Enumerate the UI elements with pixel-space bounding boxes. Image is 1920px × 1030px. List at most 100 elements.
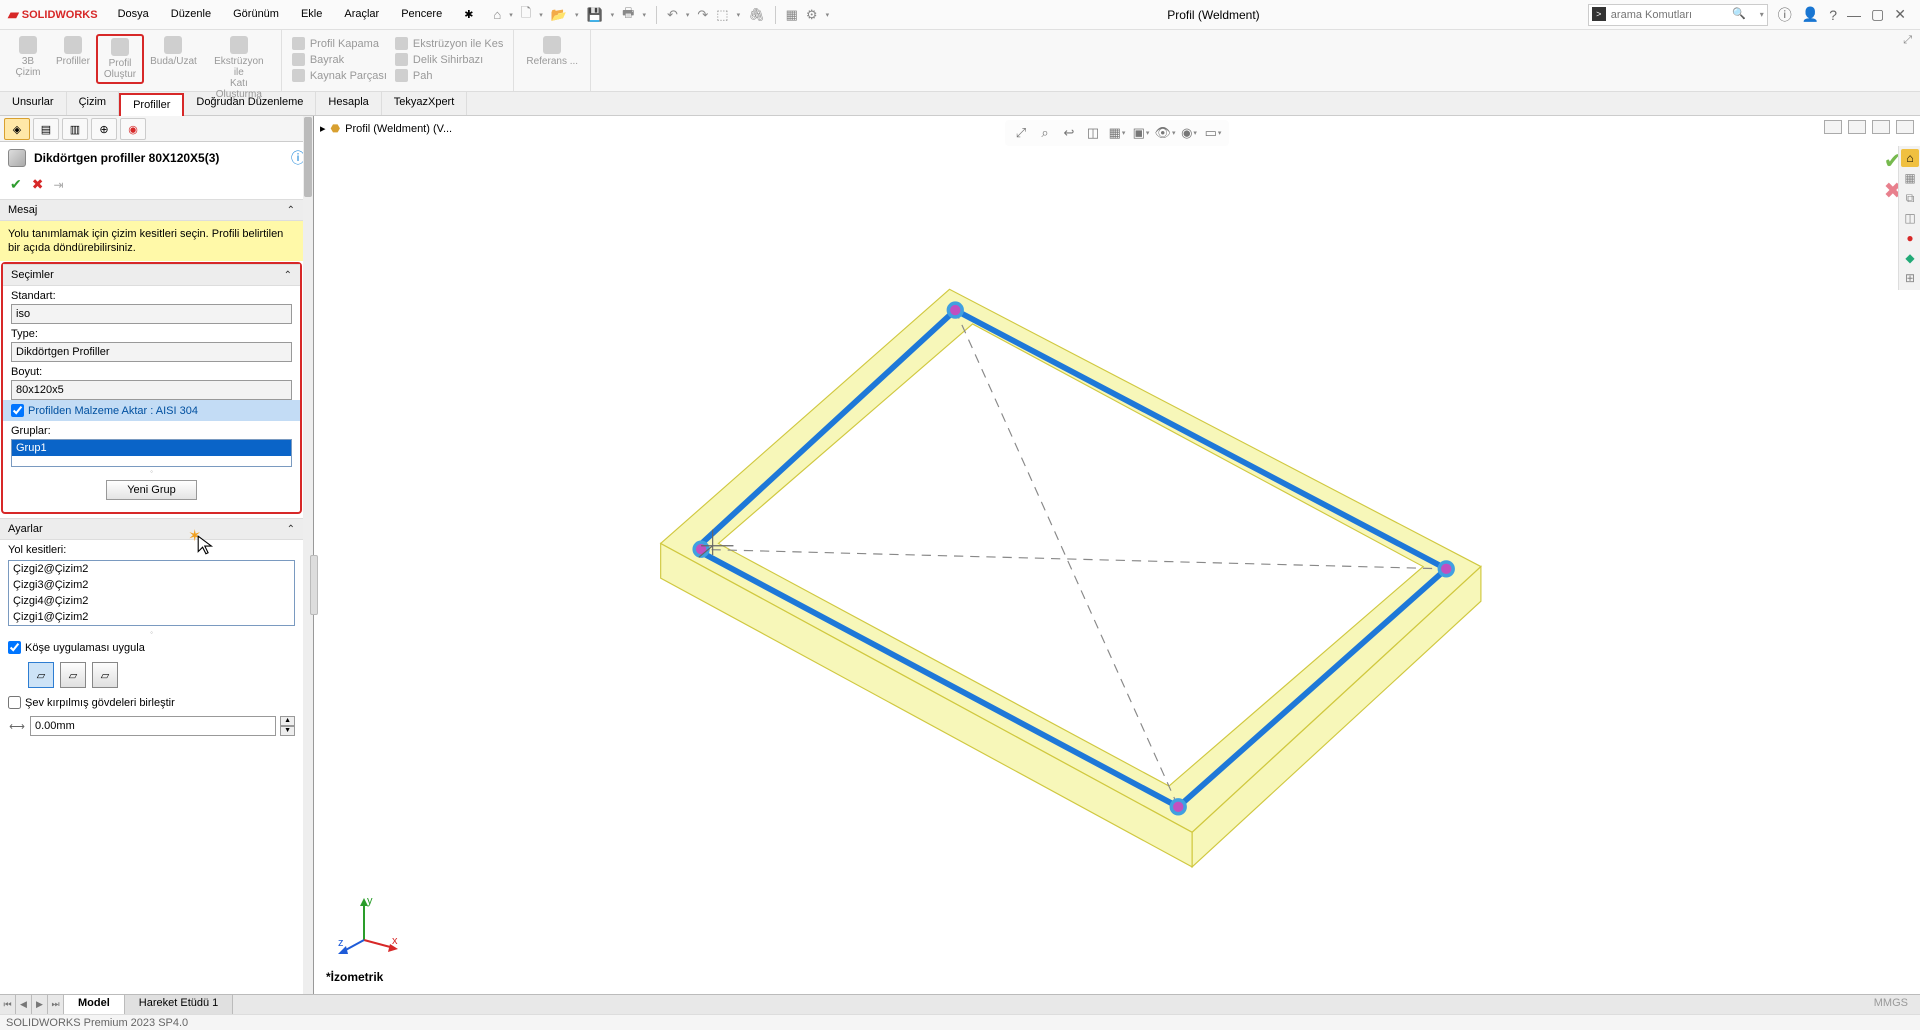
- section-secimler[interactable]: Seçimler⌃: [3, 264, 300, 286]
- list-item[interactable]: Grup1: [12, 440, 291, 456]
- ribbon-3b-cizim[interactable]: 3B Çizim: [6, 34, 50, 80]
- orientation-triad[interactable]: y x z: [336, 894, 400, 958]
- hole-wizard-icon: [395, 53, 408, 66]
- ribbon-reference[interactable]: Referans ...: [520, 34, 584, 69]
- user-icon[interactable]: 👤: [1802, 6, 1819, 23]
- tab-last-icon[interactable]: ⏭: [48, 995, 64, 1014]
- close-icon[interactable]: ✕: [1894, 6, 1906, 23]
- panel-scroll[interactable]: Mesaj⌃ Yolu tanımlamak için çizim kesitl…: [0, 199, 313, 994]
- list-item[interactable]: Çizgi1@Çizim2: [9, 609, 294, 625]
- ribbon-profil-olustur[interactable]: Profil Oluştur: [96, 34, 144, 84]
- ribbon-buda-uzat[interactable]: Buda/Uzat: [144, 34, 203, 69]
- corner-end-butt1-button[interactable]: ▱: [60, 662, 86, 688]
- tab-tekyazxpert[interactable]: TekyazXpert: [382, 92, 468, 115]
- bottom-tab-motion[interactable]: Hareket Etüdü 1: [125, 995, 234, 1014]
- minimize-icon[interactable]: —: [1847, 7, 1861, 23]
- list-item[interactable]: Çizgi3@Çizim2: [9, 577, 294, 593]
- tab-next-icon[interactable]: ▶: [32, 995, 48, 1014]
- menu-ekle[interactable]: Ekle: [291, 4, 332, 25]
- maximize-icon[interactable]: ▢: [1871, 6, 1884, 23]
- scrollbar-thumb[interactable]: [304, 117, 312, 197]
- standart-select[interactable]: iso: [11, 304, 292, 324]
- spin-down-icon[interactable]: ▼: [280, 726, 295, 736]
- section-mesaj[interactable]: Mesaj⌃: [0, 199, 303, 221]
- corner-end-miter-button[interactable]: ▱: [28, 662, 54, 688]
- chamfer-icon: [395, 69, 408, 82]
- settings-icon[interactable]: ⚙: [804, 5, 820, 25]
- panel-tab-config[interactable]: ▤: [33, 118, 59, 140]
- ribbon-profiller[interactable]: Profiller: [50, 34, 96, 69]
- panel-tab-feature[interactable]: ◈: [4, 118, 30, 140]
- new-icon[interactable]: 🗋: [519, 2, 533, 28]
- pin-button[interactable]: ⇥: [53, 178, 63, 192]
- type-select[interactable]: Dikdörtgen Profiller: [11, 342, 292, 362]
- boyut-select[interactable]: 80x120x5: [11, 380, 292, 400]
- link-icon[interactable]: 🖇: [746, 5, 767, 25]
- tab-profiller[interactable]: Profiller: [119, 93, 184, 116]
- weldbead-icon: [292, 69, 305, 82]
- ribbon-bayrak[interactable]: Bayrak: [292, 52, 387, 67]
- section-ayarlar[interactable]: Ayarlar⌃: [0, 518, 303, 540]
- menu-araclar[interactable]: Araçlar: [334, 4, 389, 25]
- tab-cizim[interactable]: Çizim: [67, 92, 120, 115]
- tab-dogrudan-duzenleme[interactable]: Doğrudan Düzenleme: [184, 92, 316, 115]
- ribbon-collapse-icon[interactable]: ⤢: [1895, 30, 1920, 91]
- print-icon[interactable]: 🖶: [620, 2, 636, 28]
- material-transfer-checkbox[interactable]: [11, 404, 24, 417]
- home-icon[interactable]: ⌂: [491, 5, 503, 24]
- ribbon-hole-wizard[interactable]: Delik Sihirbazı: [395, 52, 503, 67]
- ribbon-group-mini1: Profil Kapama Bayrak Kaynak Parçası Ekst…: [282, 30, 515, 91]
- command-search[interactable]: > 🔍 ▾: [1588, 4, 1768, 26]
- model-preview: [314, 116, 1920, 994]
- chevron-up-icon: ⌃: [287, 205, 295, 216]
- menu-pencere[interactable]: Pencere: [391, 4, 452, 25]
- corner-end-butt2-button[interactable]: ▱: [92, 662, 118, 688]
- graphics-canvas[interactable]: ▸ ⬣ Profil (Weldment) (V... ⤢ ⌕ ↩ ◫ ▦ ▣ …: [314, 116, 1920, 994]
- panel-tab-dim[interactable]: ⊕: [91, 118, 117, 140]
- open-icon[interactable]: 📂: [549, 5, 569, 25]
- ribbon-profil-kapama[interactable]: Profil Kapama: [292, 36, 387, 51]
- grid-icon[interactable]: ▦: [784, 5, 800, 25]
- units-label[interactable]: MMGS: [1862, 995, 1920, 1014]
- ribbon-extrude-cut[interactable]: Ekstrüzyon ile Kes: [395, 36, 503, 51]
- search-dropdown-icon[interactable]: ▾: [1760, 10, 1764, 19]
- list-item[interactable]: Çizgi2@Çizim2: [9, 561, 294, 577]
- tab-first-icon[interactable]: ⏮: [0, 995, 16, 1014]
- kose-check-row[interactable]: Köşe uygulaması uygula: [0, 637, 303, 658]
- material-transfer-check[interactable]: Profilden Malzeme Aktar : AISI 304: [3, 400, 300, 421]
- bottom-tab-model[interactable]: Model: [64, 995, 125, 1014]
- kose-checkbox[interactable]: [8, 641, 21, 654]
- cancel-button[interactable]: ✖: [32, 176, 44, 193]
- panel-tab-appearance[interactable]: ◉: [120, 118, 146, 140]
- tab-unsurlar[interactable]: Unsurlar: [0, 92, 67, 115]
- svg-text:x: x: [392, 935, 398, 947]
- sev-check-row[interactable]: Şev kırpılmış gövdeleri birleştir: [0, 692, 303, 713]
- undo-icon[interactable]: ↶: [665, 5, 680, 25]
- menu-help-icon[interactable]: ✱: [454, 4, 483, 25]
- menu-gorunum[interactable]: Görünüm: [223, 4, 289, 25]
- ok-button[interactable]: ✔: [10, 176, 22, 193]
- spin-up-icon[interactable]: ▲: [280, 716, 295, 726]
- feature-actions: ✔ ✖ ⇥: [0, 174, 313, 199]
- redo-icon[interactable]: ↷: [695, 5, 710, 25]
- notification-icon[interactable]: ⓘ: [1778, 5, 1792, 25]
- menu-dosya[interactable]: Dosya: [108, 4, 159, 25]
- gruplar-listbox[interactable]: Grup1: [11, 439, 292, 467]
- gap-input[interactable]: [30, 716, 276, 736]
- panel-tab-display[interactable]: ▥: [62, 118, 88, 140]
- yeni-grup-button[interactable]: Yeni Grup: [106, 480, 197, 500]
- select-icon[interactable]: ⬚: [714, 5, 730, 25]
- list-item[interactable]: Çizgi4@Çizim2: [9, 593, 294, 609]
- sev-checkbox[interactable]: [8, 696, 21, 709]
- menu-duzenle[interactable]: Düzenle: [161, 4, 221, 25]
- ribbon-kaynak-parcasi[interactable]: Kaynak Parçası: [292, 68, 387, 83]
- save-icon[interactable]: 💾: [584, 5, 604, 25]
- tab-prev-icon[interactable]: ◀: [16, 995, 32, 1014]
- yol-kesitleri-listbox[interactable]: Çizgi2@Çizim2 Çizgi3@Çizim2 Çizgi4@Çizim…: [8, 560, 295, 626]
- tab-hesapla[interactable]: Hesapla: [316, 92, 381, 115]
- help-icon[interactable]: ?: [1829, 7, 1837, 23]
- ribbon-chamfer[interactable]: Pah: [395, 68, 503, 83]
- sketch3d-icon: [19, 36, 37, 54]
- search-scope-icon[interactable]: >: [1592, 7, 1606, 21]
- search-icon[interactable]: 🔍: [1732, 7, 1746, 20]
